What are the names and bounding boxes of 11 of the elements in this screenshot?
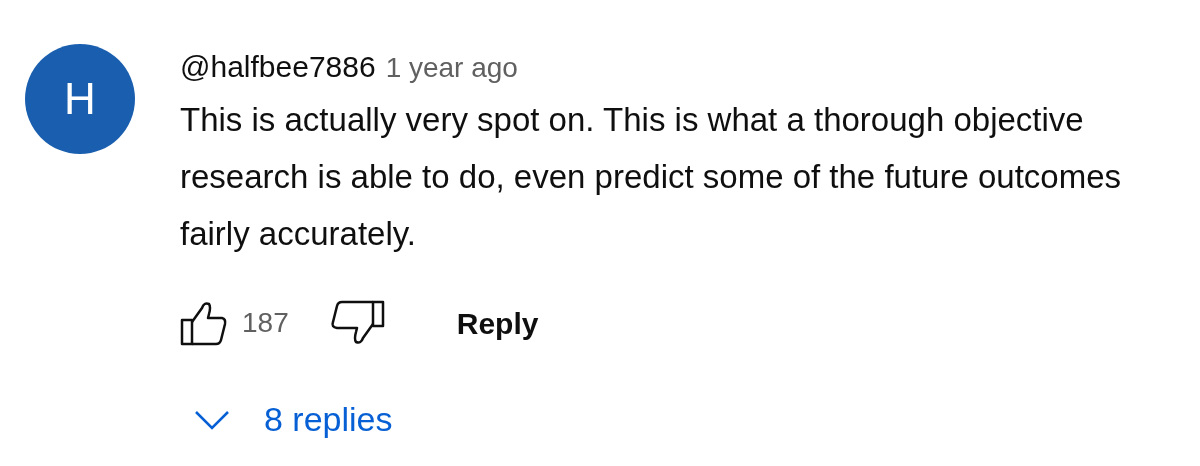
username[interactable]: @halfbee7886 bbox=[180, 50, 376, 83]
replies-toggle[interactable]: 8 replies bbox=[194, 394, 393, 445]
like-button[interactable] bbox=[180, 300, 228, 346]
dislike-button[interactable] bbox=[328, 300, 385, 346]
reply-button[interactable]: Reply bbox=[456, 300, 539, 346]
comment-text: This is actually very spot on. This is what a thorough objective research is able to do, even predict some of the future outcomes fairly accurately. bbox=[180, 100, 1122, 254]
thumbs-up-icon bbox=[180, 300, 228, 346]
like-count: 187 bbox=[242, 306, 289, 340]
timestamp: 1 year ago bbox=[385, 52, 518, 83]
thumbs-down-icon bbox=[328, 300, 385, 346]
avatar[interactable]: H bbox=[25, 44, 135, 154]
